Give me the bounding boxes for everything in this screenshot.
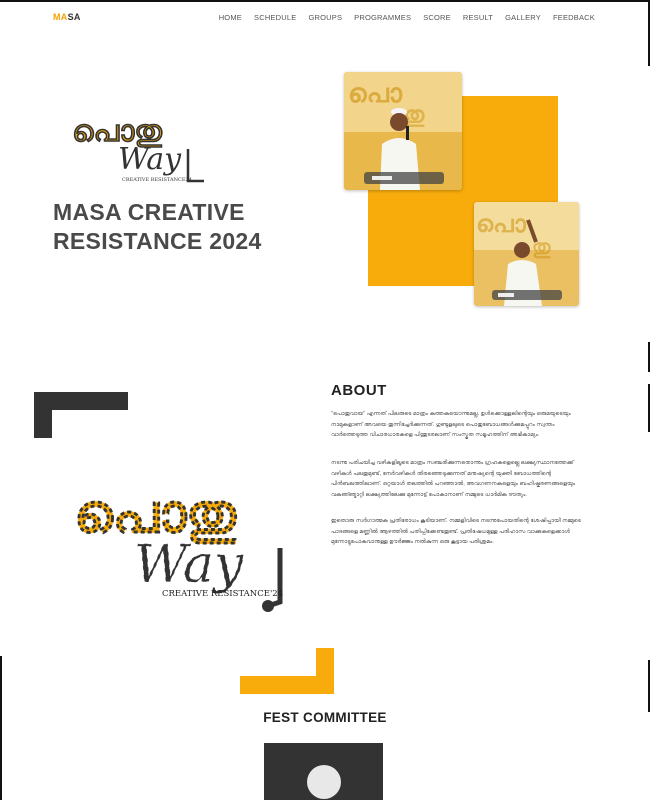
about-heading: ABOUT [331, 382, 387, 399]
nav-link-schedule[interactable]: SCHEDULE [254, 13, 296, 22]
about-event-logo: പൊതു Way CREATIVE RESISTANCE'24 [73, 481, 283, 612]
brand-accent-text: MA [53, 12, 68, 22]
hero-event-logo: പൊതു Way CREATIVE RESISTANCE24 [72, 114, 204, 183]
nav-link-gallery[interactable]: GALLERY [505, 13, 541, 22]
brand-rest-text: SA [67, 12, 81, 22]
hero-title: MASA CREATIVE RESISTANCE 2024 [53, 198, 333, 256]
hero-title-line-1: MASA CREATIVE [53, 199, 245, 225]
fest-committee-heading: FEST COMMITTEE [263, 710, 387, 725]
about-paragraph: "പൊതുവായ" എന്നത് പിലരുടെ മാത്രം കുത്തകയൊ… [331, 411, 571, 438]
hero-title-line-2: RESISTANCE 2024 [53, 228, 262, 254]
about-corner-decoration-bottom [240, 676, 334, 694]
nav-link-score[interactable]: SCORE [423, 13, 451, 22]
committee-member-card[interactable] [264, 743, 383, 800]
avatar [307, 765, 341, 799]
nav-link-groups[interactable]: GROUPS [308, 13, 342, 22]
svg-text:പൊ: പൊ [476, 210, 527, 238]
hero-photo-performer: പൊ തു [474, 202, 579, 306]
logo-way-text: Way [118, 142, 182, 177]
navbar: MASA HOME SCHEDULE GROUPS PROGRAMMES SCO… [0, 0, 650, 36]
nav-link-programmes[interactable]: PROGRAMMES [354, 13, 411, 22]
logo-caption: CREATIVE RESISTANCE24 [122, 177, 192, 183]
about-paragraph: നടന്നു പരിചയിച്ച വഴികളിലൂടെ മാത്രം സഞ്ചര… [331, 460, 576, 498]
nav-link-result[interactable]: RESULT [463, 13, 493, 22]
about-corner-decoration-top [34, 392, 52, 438]
logo-caption: CREATIVE RESISTANCE'24 [162, 589, 283, 599]
brand-logo-link[interactable]: MASA [53, 12, 81, 22]
nav-link-home[interactable]: HOME [219, 13, 242, 22]
hero-photo-speaker: പൊ തു [344, 72, 462, 190]
nav-link-feedback[interactable]: FEEDBACK [553, 13, 595, 22]
svg-text:പൊ: പൊ [348, 79, 403, 109]
nav-links: HOME SCHEDULE GROUPS PROGRAMMES SCORE RE… [219, 13, 595, 22]
left-border-line [0, 656, 2, 800]
about-paragraph: ഇതൊരു സർഗാത്മക പ്രതിരോധം കൂടിയാണ്. നമ്മള… [331, 518, 581, 545]
logo-way-text: Way [134, 535, 244, 595]
